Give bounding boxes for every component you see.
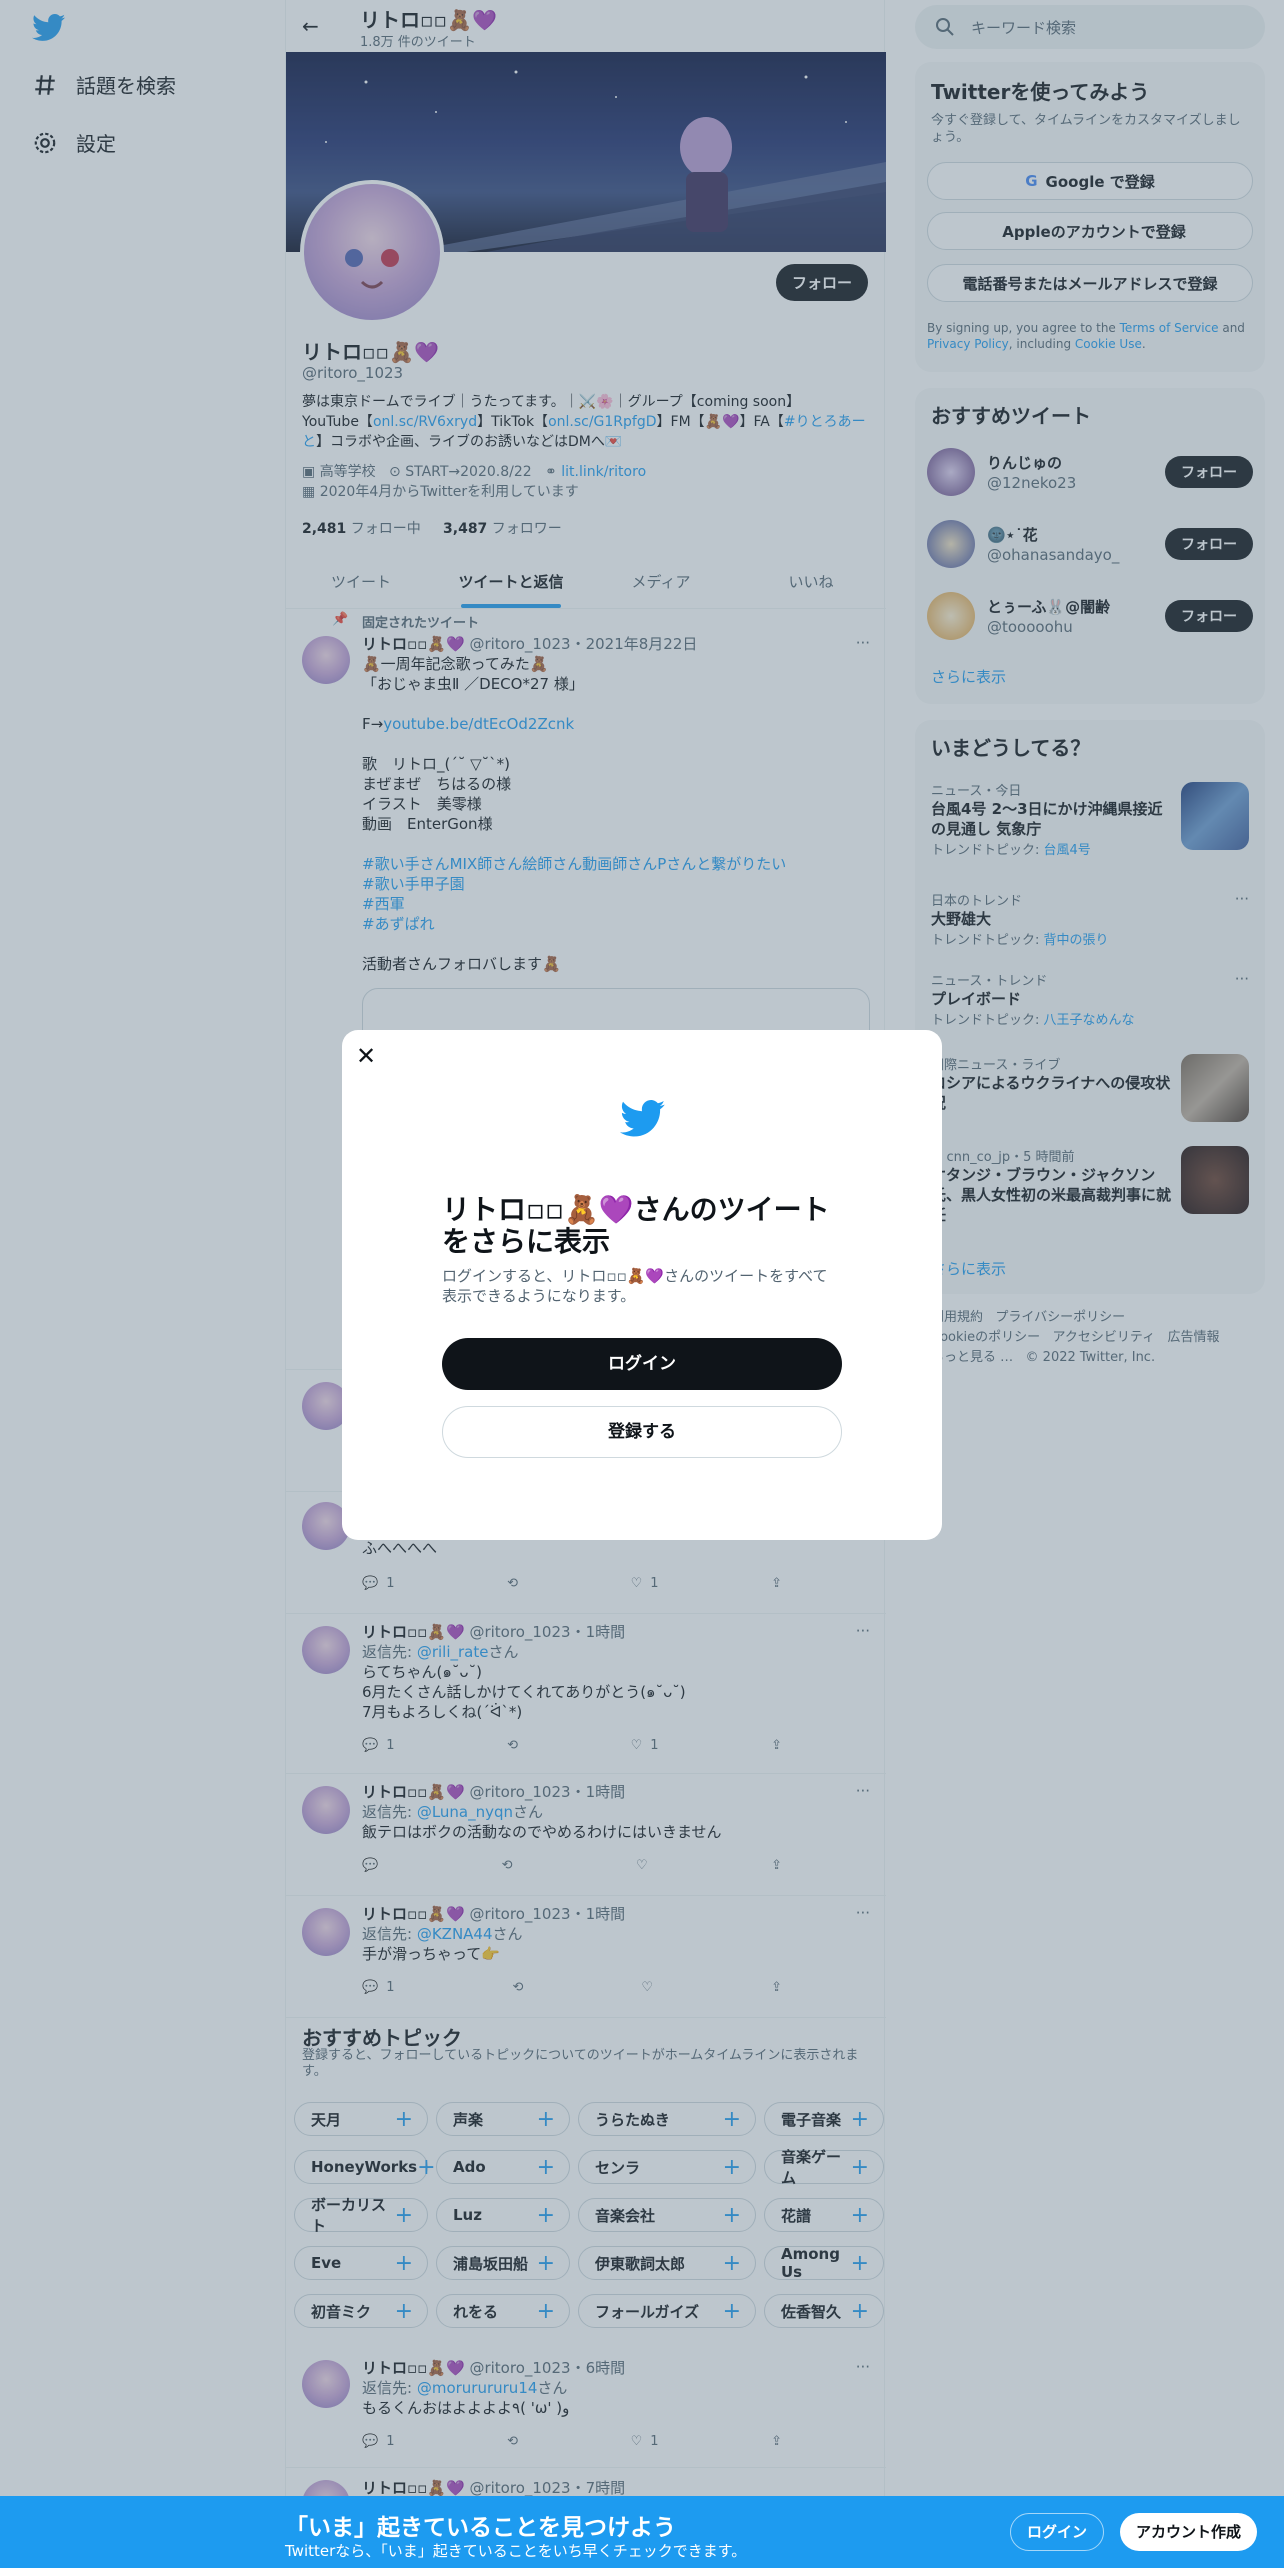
modal-desc: ログインすると、リトロ▫▫🧸💜さんのツイートをすべて表示できるようになります。 xyxy=(442,1267,828,1305)
bottom-bar-subtitle: Twitterなら、「いま」起きていることをいち早くチェックできます。 xyxy=(285,2542,747,2560)
bottom-bar-title: 「いま」起きていることを見つけよう xyxy=(285,2515,676,2541)
modal-login-button[interactable]: ログイン xyxy=(442,1338,842,1390)
bottom-signup-bar: 「いま」起きていることを見つけよう Twitterなら、「いま」起きていることを… xyxy=(0,2496,1284,2568)
modal-register-button[interactable]: 登録する xyxy=(442,1406,842,1458)
bottom-signup-button[interactable]: アカウント作成 xyxy=(1120,2513,1258,2551)
modal-title: リトロ▫▫🧸💜さんのツイートをさらに表示 xyxy=(442,1193,830,1258)
twitter-logo-icon xyxy=(620,1100,666,1137)
close-icon[interactable]: ✕ xyxy=(356,1042,376,1070)
bottom-login-button[interactable]: ログイン xyxy=(1010,2513,1105,2551)
login-modal: ✕ リトロ▫▫🧸💜さんのツイートをさらに表示 ログインすると、リトロ▫▫🧸💜さん… xyxy=(342,1030,942,1540)
